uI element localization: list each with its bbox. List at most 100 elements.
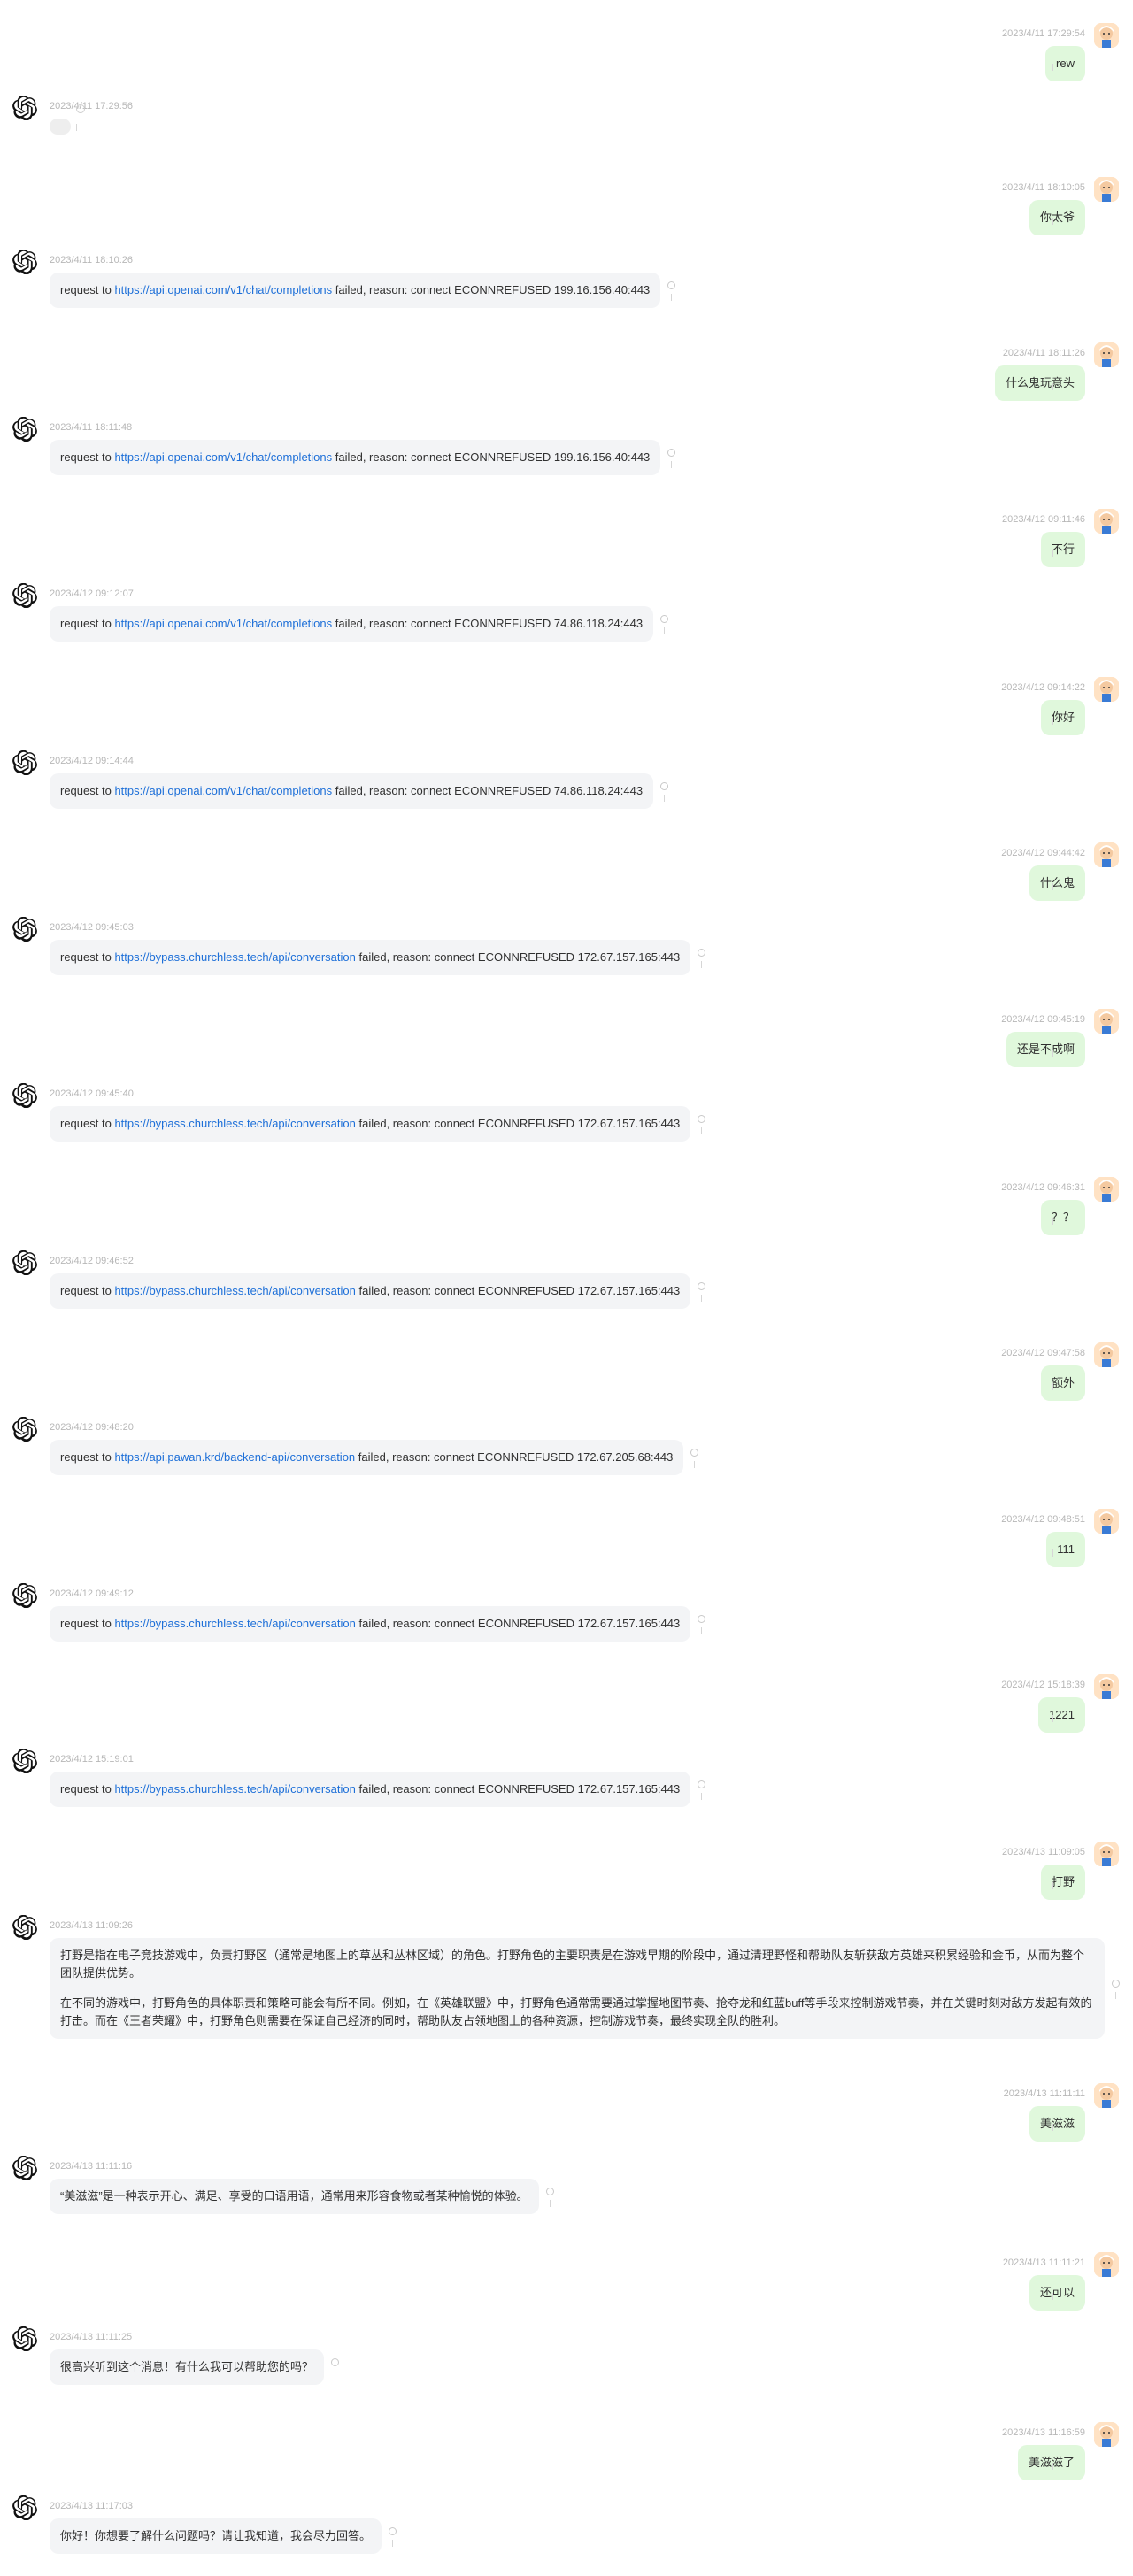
- message-action-handle[interactable]: [671, 294, 672, 301]
- message-action-handle[interactable]: [664, 795, 665, 802]
- message-timestamp: 2023/4/12 15:18:39: [1001, 1680, 1085, 1690]
- message-timestamp: 2023/4/13 11:11:16: [50, 2161, 133, 2172]
- error-reason: failed, reason: connect ECONNREFUSED 172…: [355, 950, 681, 964]
- error-prefix: request to: [60, 1782, 115, 1796]
- error-prefix: request to: [60, 950, 115, 964]
- user-avatar-icon: [1094, 1342, 1119, 1367]
- api-endpoint-link[interactable]: https://api.openai.com/v1/chat/completio…: [114, 283, 332, 296]
- error-reason: failed, reason: connect ECONNREFUSED 199…: [332, 450, 651, 464]
- message-action-handle[interactable]: [1052, 383, 1053, 390]
- message-action-handle[interactable]: [550, 2200, 551, 2207]
- message-bubble: request to https://api.openai.com/v1/cha…: [50, 440, 661, 475]
- api-endpoint-link[interactable]: https://api.pawan.krd/backend-api/conver…: [114, 1450, 355, 1464]
- message-action-handle[interactable]: [392, 2540, 393, 2547]
- message-action-handle[interactable]: [1052, 718, 1053, 725]
- message-bubble: 还可以: [1029, 2275, 1085, 2311]
- message-action-handle[interactable]: [1052, 883, 1053, 890]
- message-status-icon: [698, 1282, 705, 1290]
- message-status-icon: [698, 1780, 705, 1788]
- openai-logo-icon: [12, 750, 37, 775]
- message-action-handle[interactable]: [1052, 550, 1053, 557]
- message-timestamp: 2023/4/12 09:48:51: [1001, 1514, 1085, 1525]
- message-action-handle[interactable]: [76, 124, 77, 131]
- message-action-handle[interactable]: [701, 1793, 702, 1800]
- api-endpoint-link[interactable]: https://api.openai.com/v1/chat/completio…: [114, 617, 332, 630]
- message-timestamp: 2023/4/12 09:48:20: [50, 1422, 134, 1433]
- openai-logo-icon: [12, 96, 37, 120]
- message-timestamp: 2023/4/13 11:11:25: [50, 2332, 133, 2342]
- message-bubble: 什么鬼玩意头: [994, 365, 1085, 401]
- message-timestamp: 2023/4/11 18:11:48: [50, 422, 133, 433]
- user-avatar-icon: [1094, 23, 1119, 48]
- message-action-handle[interactable]: [671, 461, 672, 468]
- api-endpoint-link[interactable]: https://bypass.churchless.tech/api/conve…: [114, 1284, 355, 1297]
- message-timestamp: 2023/4/11 18:10:26: [50, 255, 133, 265]
- message-timestamp: 2023/4/11 18:10:05: [1002, 182, 1085, 193]
- openai-logo-icon: [12, 1749, 37, 1773]
- message-action-handle[interactable]: [701, 1127, 702, 1134]
- message-timestamp: 2023/4/12 09:46:52: [50, 1256, 134, 1266]
- message-timestamp: 2023/4/11 17:29:56: [50, 101, 133, 111]
- message-action-handle[interactable]: [1052, 1882, 1053, 1889]
- message-action-handle[interactable]: [1115, 1992, 1116, 1999]
- message-bubble: request to https://api.openai.com/v1/cha…: [50, 773, 654, 809]
- message-action-handle[interactable]: [1052, 1715, 1053, 1722]
- message-action-handle[interactable]: [1052, 218, 1053, 225]
- error-reason: failed, reason: connect ECONNREFUSED 172…: [355, 1284, 681, 1297]
- message-action-handle[interactable]: [1052, 2463, 1053, 2470]
- api-endpoint-link[interactable]: https://bypass.churchless.tech/api/conve…: [114, 1617, 355, 1630]
- api-endpoint-link[interactable]: https://bypass.churchless.tech/api/conve…: [114, 1782, 355, 1796]
- message-action-handle[interactable]: [701, 1627, 702, 1634]
- message-bubble: request to https://bypass.churchless.tec…: [50, 1273, 691, 1309]
- error-prefix: request to: [60, 617, 115, 630]
- message-bubble: 额外: [1040, 1365, 1085, 1401]
- api-endpoint-link[interactable]: https://bypass.churchless.tech/api/conve…: [114, 1117, 355, 1130]
- message-status-icon: [698, 1115, 705, 1123]
- message-status-icon: [389, 2527, 397, 2535]
- message-timestamp: 2023/4/12 09:46:31: [1001, 1182, 1085, 1193]
- message-status-icon: [660, 782, 668, 790]
- error-prefix: request to: [60, 283, 115, 296]
- message-action-handle[interactable]: [1052, 1218, 1053, 1225]
- user-avatar-icon: [1094, 342, 1119, 367]
- message-action-handle[interactable]: [1052, 64, 1053, 71]
- message-action-handle[interactable]: [1052, 2293, 1053, 2300]
- message-bubble: request to https://api.openai.com/v1/cha…: [50, 273, 661, 308]
- message-action-handle[interactable]: [1052, 1549, 1053, 1557]
- message-timestamp: 2023/4/13 11:11:11: [1003, 2088, 1085, 2099]
- message-action-handle[interactable]: [694, 1461, 695, 1468]
- error-prefix: request to: [60, 1117, 115, 1130]
- user-avatar-icon: [1094, 2083, 1119, 2108]
- api-endpoint-link[interactable]: https://bypass.churchless.tech/api/conve…: [114, 950, 355, 964]
- user-avatar-icon: [1094, 509, 1119, 534]
- message-action-handle[interactable]: [701, 1295, 702, 1302]
- message-action-handle[interactable]: [1052, 1383, 1053, 1390]
- message-timestamp: 2023/4/12 09:45:40: [50, 1088, 134, 1099]
- message-timestamp: 2023/4/13 11:09:05: [1002, 1847, 1085, 1857]
- message-bubble: request to https://bypass.churchless.tec…: [50, 1106, 691, 1142]
- message-action-handle[interactable]: [1052, 2124, 1053, 2131]
- api-endpoint-link[interactable]: https://api.openai.com/v1/chat/completio…: [114, 784, 332, 797]
- message-bubble: 打野: [1040, 1865, 1085, 1900]
- message-action-handle[interactable]: [1052, 1050, 1053, 1057]
- message-bubble: 美滋滋了: [1017, 2445, 1085, 2480]
- message-action-handle[interactable]: [664, 627, 665, 634]
- message-bubble: 美滋滋: [1029, 2106, 1085, 2142]
- user-avatar-icon: [1094, 177, 1119, 202]
- message-timestamp: 2023/4/12 09:49:12: [50, 1588, 134, 1599]
- openai-logo-icon: [12, 1915, 37, 1940]
- api-endpoint-link[interactable]: https://api.openai.com/v1/chat/completio…: [114, 450, 332, 464]
- message-status-icon: [698, 1615, 705, 1623]
- message-text: “美滋滋”是一种表示开心、满足、享受的口语用语，通常用来形容食物或者某种愉悦的体…: [60, 2189, 528, 2203]
- message-timestamp: 2023/4/11 17:29:54: [1002, 28, 1085, 39]
- openai-logo-icon: [12, 917, 37, 942]
- error-reason: failed, reason: connect ECONNREFUSED 74.…: [332, 784, 644, 797]
- user-avatar-icon: [1094, 842, 1119, 867]
- message-timestamp: 2023/4/13 11:09:26: [50, 1920, 133, 1931]
- message-action-handle[interactable]: [701, 961, 702, 968]
- message-bubble: 不行: [1040, 532, 1085, 567]
- error-prefix: request to: [60, 1284, 115, 1297]
- message-paragraph: 打野是指在电子竞技游戏中，负责打野区（通常是地图上的草丛和丛林区域）的角色。打野…: [60, 1949, 1085, 1980]
- message-status-icon: [698, 949, 705, 957]
- error-prefix: request to: [60, 1617, 115, 1630]
